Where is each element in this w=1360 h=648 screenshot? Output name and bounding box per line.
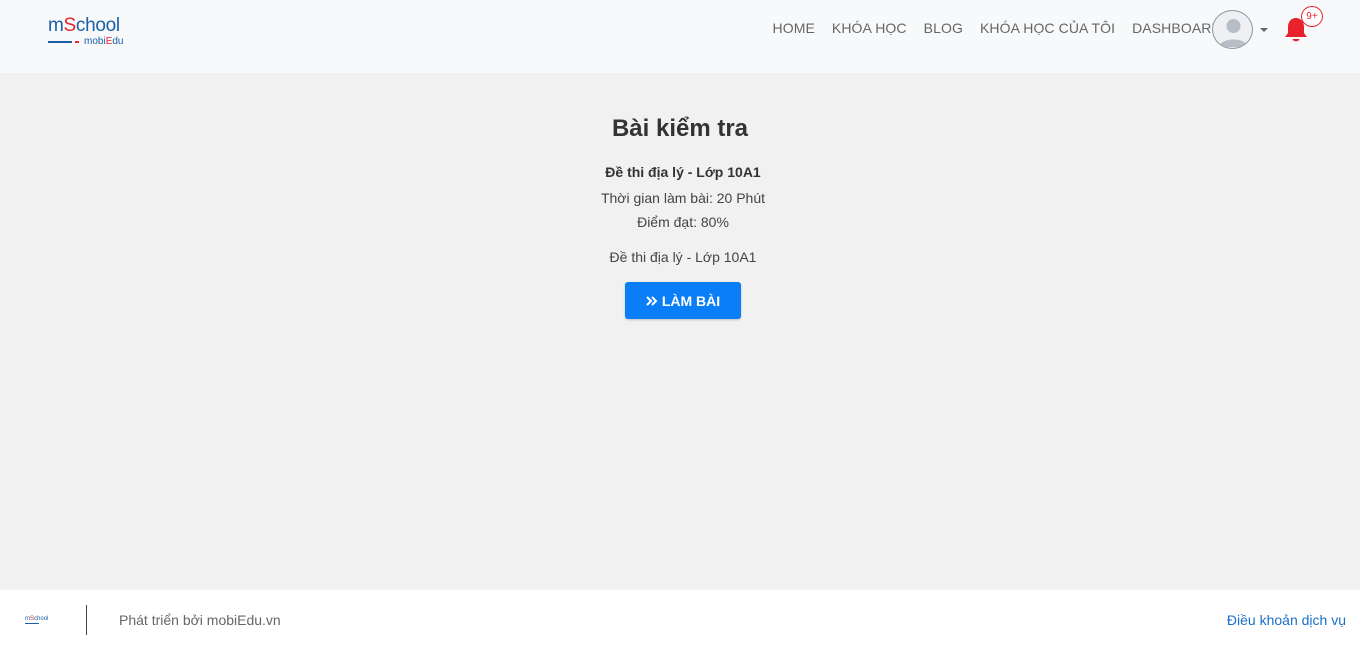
- exam-name: Đề thi địa lý - Lớp 10A1: [605, 164, 761, 180]
- footer-logo: mSchool: [25, 616, 49, 624]
- terms-of-service-link[interactable]: Điều khoản dịch vụ: [1227, 612, 1346, 628]
- nav-blog[interactable]: BLOG: [915, 20, 971, 36]
- exam-duration: Thời gian làm bài: 20 Phút: [600, 190, 766, 206]
- mschool-logo[interactable]: mSchool mobiEdu: [48, 16, 138, 50]
- footer-divider: [86, 605, 87, 635]
- exam-description: Đề thi địa lý - Lớp 10A1: [609, 249, 757, 265]
- exam-pass-score: Điểm đạt: 80%: [637, 214, 729, 230]
- start-exam-label: LÀM BÀI: [661, 292, 721, 309]
- nav-home[interactable]: HOME: [764, 20, 823, 36]
- logo-sub-text: mobiEdu: [84, 36, 124, 47]
- user-menu-toggle[interactable]: [1212, 10, 1268, 49]
- nav-my-courses[interactable]: KHÓA HỌC CỦA TÔI: [971, 20, 1123, 36]
- page-title: Bài kiểm tra: [611, 115, 749, 142]
- footer: mSchool Phát triển bởi mobiEdu.vn Điều k…: [0, 590, 1360, 648]
- user-avatar-icon: [1212, 10, 1253, 49]
- notification-badge: 9+: [1301, 6, 1323, 27]
- nav-courses[interactable]: KHÓA HỌC: [823, 20, 915, 36]
- header-bar: mSchool mobiEdu HOME KHÓA HỌC BLOG KHÓA …: [0, 0, 1360, 73]
- footer-developed-by: Phát triển bởi mobiEdu.vn: [119, 612, 281, 628]
- chevron-down-icon: [1260, 27, 1268, 32]
- double-chevron-right-icon: [646, 293, 658, 309]
- logo-brand-text: mSchool: [48, 15, 120, 36]
- start-exam-button[interactable]: LÀM BÀI: [625, 282, 741, 319]
- exam-intro: Bài kiểm tra Đề thi địa lý - Lớp 10A1 Th…: [0, 73, 1360, 590]
- main-nav: HOME KHÓA HỌC BLOG KHÓA HỌC CỦA TÔI DASH…: [764, 0, 1230, 56]
